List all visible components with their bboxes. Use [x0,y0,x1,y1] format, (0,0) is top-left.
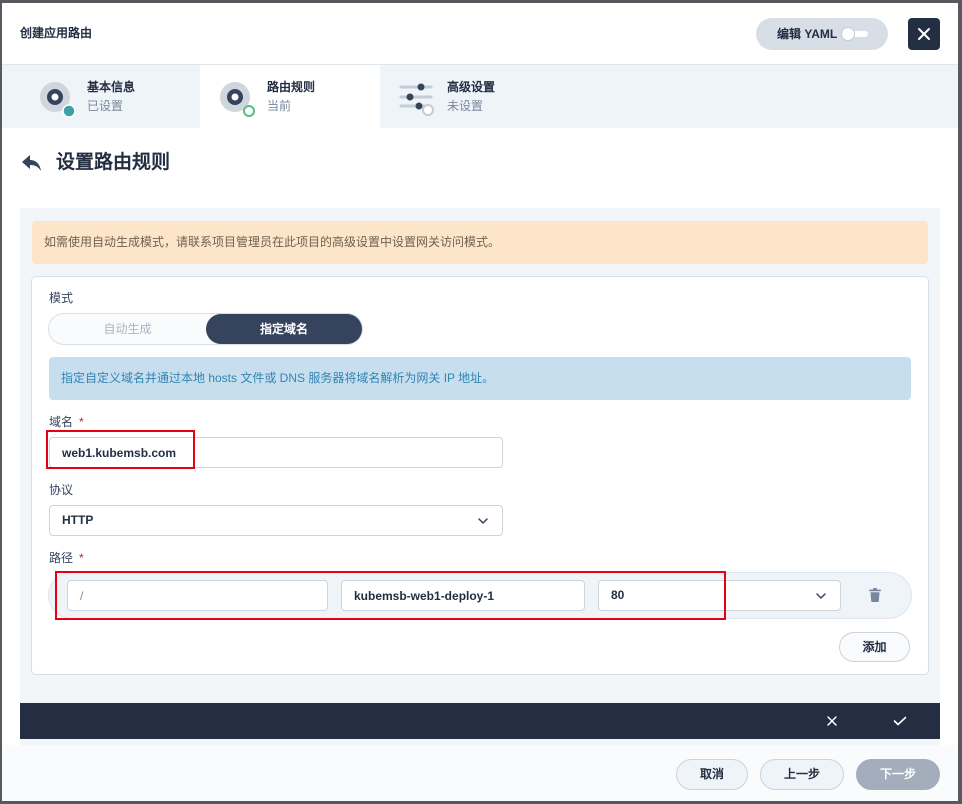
back-button[interactable] [20,153,42,173]
step-advanced-settings[interactable]: 高级设置 未设置 [380,65,580,128]
step-tabs: 基本信息 已设置 路由规则 当前 高级设置 未设置 [0,65,962,128]
step-status: 未设置 [447,99,484,113]
advanced-settings-icon [399,83,434,116]
basic-info-icon [40,82,76,118]
toggle-knob [842,28,854,40]
next-step-button[interactable]: 下一步 [856,759,940,790]
delete-path-button[interactable] [863,582,887,609]
required-mark: * [79,415,84,429]
edit-yaml-label: 编辑 YAML [777,27,838,41]
edit-yaml-button[interactable]: 编辑 YAML [756,18,888,50]
back-arrow-icon [22,155,41,171]
modal-header: 创建应用路由 编辑 YAML [0,0,962,65]
required-mark: * [79,551,84,565]
warning-banner: 如需使用自动生成模式，请联系项目管理员在此项目的高级设置中设置网关访问模式。 [32,221,928,264]
mode-option-auto[interactable]: 自动生成 [49,314,206,344]
page-title: 设置路由规则 [56,152,171,173]
close-button[interactable] [908,18,940,50]
route-rule-panel: 如需使用自动生成模式，请联系项目管理员在此项目的高级设置中设置网关访问模式。 模… [20,208,940,745]
path-label-text: 路径 [49,551,74,565]
check-icon [893,716,907,726]
trash-icon [869,588,881,602]
mode-label: 模式 [49,291,74,305]
rule-form-card: 模式 自动生成 指定域名 指定自定义域名并通过本地 hosts 文件或 DNS … [32,277,928,674]
step-status: 当前 [267,99,292,113]
close-icon [918,28,930,40]
step-status: 已设置 [87,99,124,113]
info-banner: 指定自定义域名并通过本地 hosts 文件或 DNS 服务器将域名解析为网关 I… [49,357,911,400]
close-icon [827,716,837,726]
yaml-toggle-switch[interactable] [842,28,868,40]
step-title: 基本信息 [87,80,136,94]
path-input[interactable] [67,580,328,611]
protocol-value: HTTP [62,513,94,527]
path-rule-row: 80 [49,573,911,618]
chevron-down-icon [478,518,488,524]
mode-segmented-control: 自动生成 指定域名 [49,314,362,344]
service-input[interactable] [341,580,585,611]
mode-option-specify-domain[interactable]: 指定域名 [206,314,362,344]
modal-footer: 取消 上一步 下一步 [0,745,962,804]
protocol-label: 协议 [49,483,74,497]
domain-label: 域名 * [49,414,84,430]
modal-title: 创建应用路由 [20,26,93,40]
domain-label-text: 域名 [49,415,74,429]
route-rules-icon [220,82,255,117]
previous-step-button[interactable]: 上一步 [760,759,844,790]
edit-cancel-button[interactable] [820,709,844,733]
port-value: 80 [611,588,625,602]
add-path-button[interactable]: 添加 [839,632,910,662]
step-basic-info[interactable]: 基本信息 已设置 [0,65,200,128]
chevron-down-icon [816,593,826,599]
edit-action-bar [20,703,940,739]
protocol-select[interactable]: HTTP [49,505,503,536]
cancel-button[interactable]: 取消 [676,759,748,790]
step-title: 路由规则 [267,80,316,94]
domain-input[interactable] [49,437,503,468]
path-label: 路径 * [49,550,84,566]
step-title: 高级设置 [447,80,496,94]
edit-confirm-button[interactable] [888,709,912,733]
port-select[interactable]: 80 [598,580,841,611]
step-route-rules[interactable]: 路由规则 当前 [200,65,380,128]
